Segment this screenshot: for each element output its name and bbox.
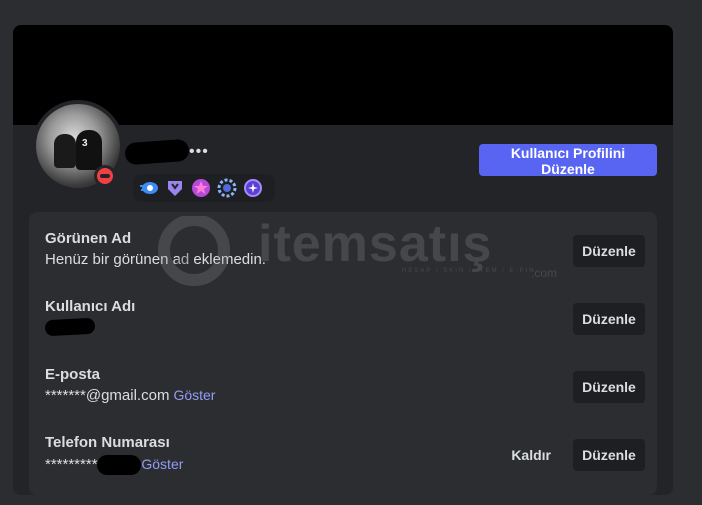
phone-redaction (97, 455, 142, 475)
avatar-jersey-number: 3 (82, 138, 88, 149)
field-value: *******@gmail.com Göster (45, 387, 645, 404)
orbs-badge-icon[interactable] (243, 178, 263, 198)
field-username: Kullanıcı Adı Düzenle (44, 298, 645, 339)
status-dnd-indicator (94, 165, 116, 187)
edit-display-name-button[interactable]: Düzenle (573, 235, 645, 267)
avatar-figure (54, 134, 76, 168)
field-phone: Telefon Numarası ********** Göster Kaldır… (45, 434, 645, 475)
account-info-panel: Görünen Ad Henüz bir görünen ad eklemedi… (29, 212, 657, 495)
username-redaction (124, 138, 190, 166)
edit-email-button[interactable]: Düzenle (573, 371, 645, 403)
field-label: Görünen Ad (45, 230, 132, 247)
edit-user-profile-button[interactable]: Kullanıcı Profilini Düzenle (479, 144, 657, 177)
email-masked: *******@gmail.com (45, 387, 170, 404)
status-bar (100, 174, 110, 178)
field-email: E-posta *******@gmail.com Göster Düzenle (45, 366, 645, 404)
nitro-boost-icon[interactable] (139, 178, 159, 198)
field-label: E-posta (45, 366, 101, 383)
field-label: Kullanıcı Adı (45, 298, 136, 315)
quest-star-icon[interactable] (191, 178, 211, 198)
account-card: 3 ••• Kullanıcı Profilini Düzenle Görüne… (13, 25, 673, 495)
remove-phone-button[interactable]: Kaldır (505, 439, 557, 471)
reveal-phone-link[interactable]: Göster (141, 456, 183, 472)
edit-username-button[interactable]: Düzenle (573, 303, 645, 335)
badge-list (133, 174, 275, 202)
avatar-figure (76, 130, 102, 170)
booster-badge-icon[interactable] (217, 178, 237, 198)
username-suffix: ••• (189, 143, 209, 160)
username-redaction (44, 317, 96, 337)
field-value (44, 317, 645, 339)
field-value: Henüz bir görünen ad eklemedin. (45, 251, 266, 268)
hypesquad-balance-icon[interactable] (165, 178, 185, 198)
field-display-name: Görünen Ad Henüz bir görünen ad eklemedi… (45, 230, 645, 268)
edit-phone-button[interactable]: Düzenle (573, 439, 645, 471)
reveal-email-link[interactable]: Göster (173, 387, 215, 403)
page-background-strip (673, 25, 702, 505)
profile-banner (13, 25, 673, 125)
phone-masked: ********** (45, 455, 104, 473)
